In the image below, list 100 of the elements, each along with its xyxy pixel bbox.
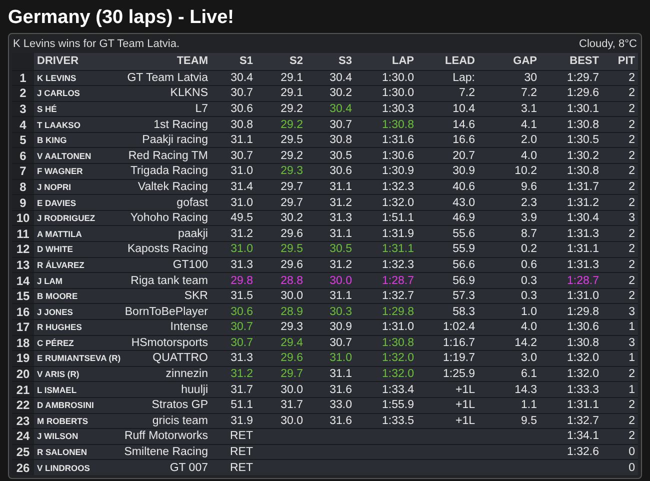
timing-value: 29.6: [280, 258, 303, 271]
timing-value: 30.4: [330, 72, 352, 84]
timing-value: 46.9: [452, 212, 475, 224]
timing-value: 1:31.3: [567, 258, 599, 271]
timing-value: 0: [628, 446, 635, 458]
team-name: QUATTRO: [152, 352, 208, 364]
timing-value: 31.6: [330, 384, 352, 396]
timing-value: 2: [628, 243, 635, 256]
timing-value: 14.3: [514, 384, 537, 396]
timing-value: 29.1: [280, 87, 303, 100]
timing-value: 0.3: [521, 274, 537, 287]
team-name: HSmotorsports: [131, 336, 208, 349]
timing-value: 1:32.3: [382, 258, 414, 271]
team-name: GT 007: [170, 462, 208, 474]
timing-value: 1:31.1: [382, 243, 414, 256]
column-header: TEAM: [122, 53, 211, 70]
timing-value: 30.9: [330, 321, 352, 334]
team-name: Stratos GP: [152, 399, 208, 412]
timing-value: 2: [628, 258, 635, 271]
timing-value: 2: [628, 72, 635, 84]
driver-name: E RUMIANTSEVA (R): [37, 353, 121, 364]
timing-value: 30.8: [330, 134, 352, 146]
driver-name: J NOPRI: [37, 182, 72, 192]
timing-value: 29.6: [280, 228, 303, 240]
timing-value: 1:02.4: [443, 321, 475, 334]
timing-value: 31.3: [330, 212, 352, 224]
timing-value: 29.3: [280, 321, 303, 334]
timing-value: 1:30.1: [567, 102, 599, 115]
position-number: 6: [20, 148, 26, 163]
position-number: 12: [16, 242, 30, 256]
column-header: GAP: [478, 53, 540, 70]
position-number: 26: [16, 460, 30, 475]
timing-value: 1:16.7: [443, 336, 475, 349]
timing-value: 1:30.8: [382, 118, 414, 131]
team-name: Intense: [170, 321, 208, 334]
team-name: BornToBePlayer: [124, 306, 208, 318]
timing-value: 8.7: [521, 228, 537, 240]
timing-value: 30.8: [230, 118, 253, 131]
timing-value: 4.0: [521, 321, 537, 334]
timing-value: +1L: [455, 384, 475, 396]
timing-value: 1:32.0: [567, 352, 599, 364]
timing-value: 28.8: [280, 274, 303, 287]
timing-value: 1:31.0: [382, 321, 414, 334]
timing-value: 1:30.8: [567, 165, 599, 178]
timing-value: 1:30.6: [382, 150, 414, 162]
driver-name: B KING: [37, 135, 67, 146]
timing-value: 30.0: [280, 290, 303, 302]
team-name: KLKNS: [170, 87, 208, 100]
timing-value: 4.0: [521, 150, 537, 162]
timing-value: 0.2: [521, 243, 537, 256]
timing-value: 29.2: [280, 118, 303, 131]
timing-value: 30.2: [330, 87, 352, 100]
position-number: 24: [16, 429, 30, 444]
team-name: Yohoho Racing: [130, 212, 208, 224]
race-message: K Levins wins for GT Team Latvia.: [13, 37, 180, 52]
column-header: S1: [211, 53, 256, 70]
timing-value: 2: [628, 102, 635, 115]
column-header: LAP: [355, 53, 417, 70]
timing-value: 30.2: [280, 212, 303, 224]
timing-value: 29.8: [230, 274, 253, 287]
timing-value: 1:31.7: [567, 180, 599, 193]
timing-value: 30.7: [230, 321, 253, 334]
timing-value: 29.2: [280, 102, 303, 115]
timing-value: 31.0: [230, 196, 253, 209]
driver-name: J JONES: [37, 306, 73, 317]
timing-value: 56.9: [452, 274, 475, 287]
driver-name: V LINDROOS: [37, 462, 90, 473]
position-number: 20: [16, 367, 30, 382]
timing-value: 30.9: [452, 165, 475, 178]
timing-value: 30: [524, 72, 537, 84]
timing-value: 1:30.2: [567, 150, 599, 162]
timing-value: 1:30.4: [567, 212, 599, 224]
timing-value: 1:31.1: [567, 243, 599, 256]
timing-value: 30.6: [330, 165, 352, 178]
timing-value: 29.7: [280, 196, 303, 209]
timing-value: 1:31.2: [567, 196, 599, 209]
position-number: 1: [20, 70, 26, 85]
timing-value: 2: [628, 87, 635, 100]
timing-value: 31.2: [330, 258, 352, 271]
team-name: GT100: [172, 258, 208, 271]
timing-value: 1:19.7: [443, 352, 475, 364]
timing-value: 1:30.8: [567, 336, 599, 349]
timing-value: 1:32.0: [382, 196, 414, 209]
position-number: 23: [16, 414, 30, 428]
timing-value: 7.2: [521, 87, 537, 100]
position-number: 9: [20, 196, 26, 210]
timing-value: 1: [628, 352, 635, 364]
timing-value: 30.0: [280, 384, 303, 396]
driver-name: B MOORE: [37, 291, 78, 302]
timing-value: 30.5: [330, 150, 352, 162]
timing-value: 55.9: [452, 243, 475, 256]
timing-value: 31.1: [330, 290, 352, 302]
team-name: SKR: [184, 290, 208, 302]
timing-value: 2: [628, 196, 635, 209]
timing-value: 2: [628, 118, 635, 131]
team-name: huulji: [181, 384, 208, 396]
driver-name: R ÁLVAREZ: [37, 260, 84, 270]
timing-value: 1:32.6: [567, 446, 599, 458]
timing-value: 29.3: [280, 165, 303, 178]
timing-value: 30.7: [230, 87, 253, 100]
